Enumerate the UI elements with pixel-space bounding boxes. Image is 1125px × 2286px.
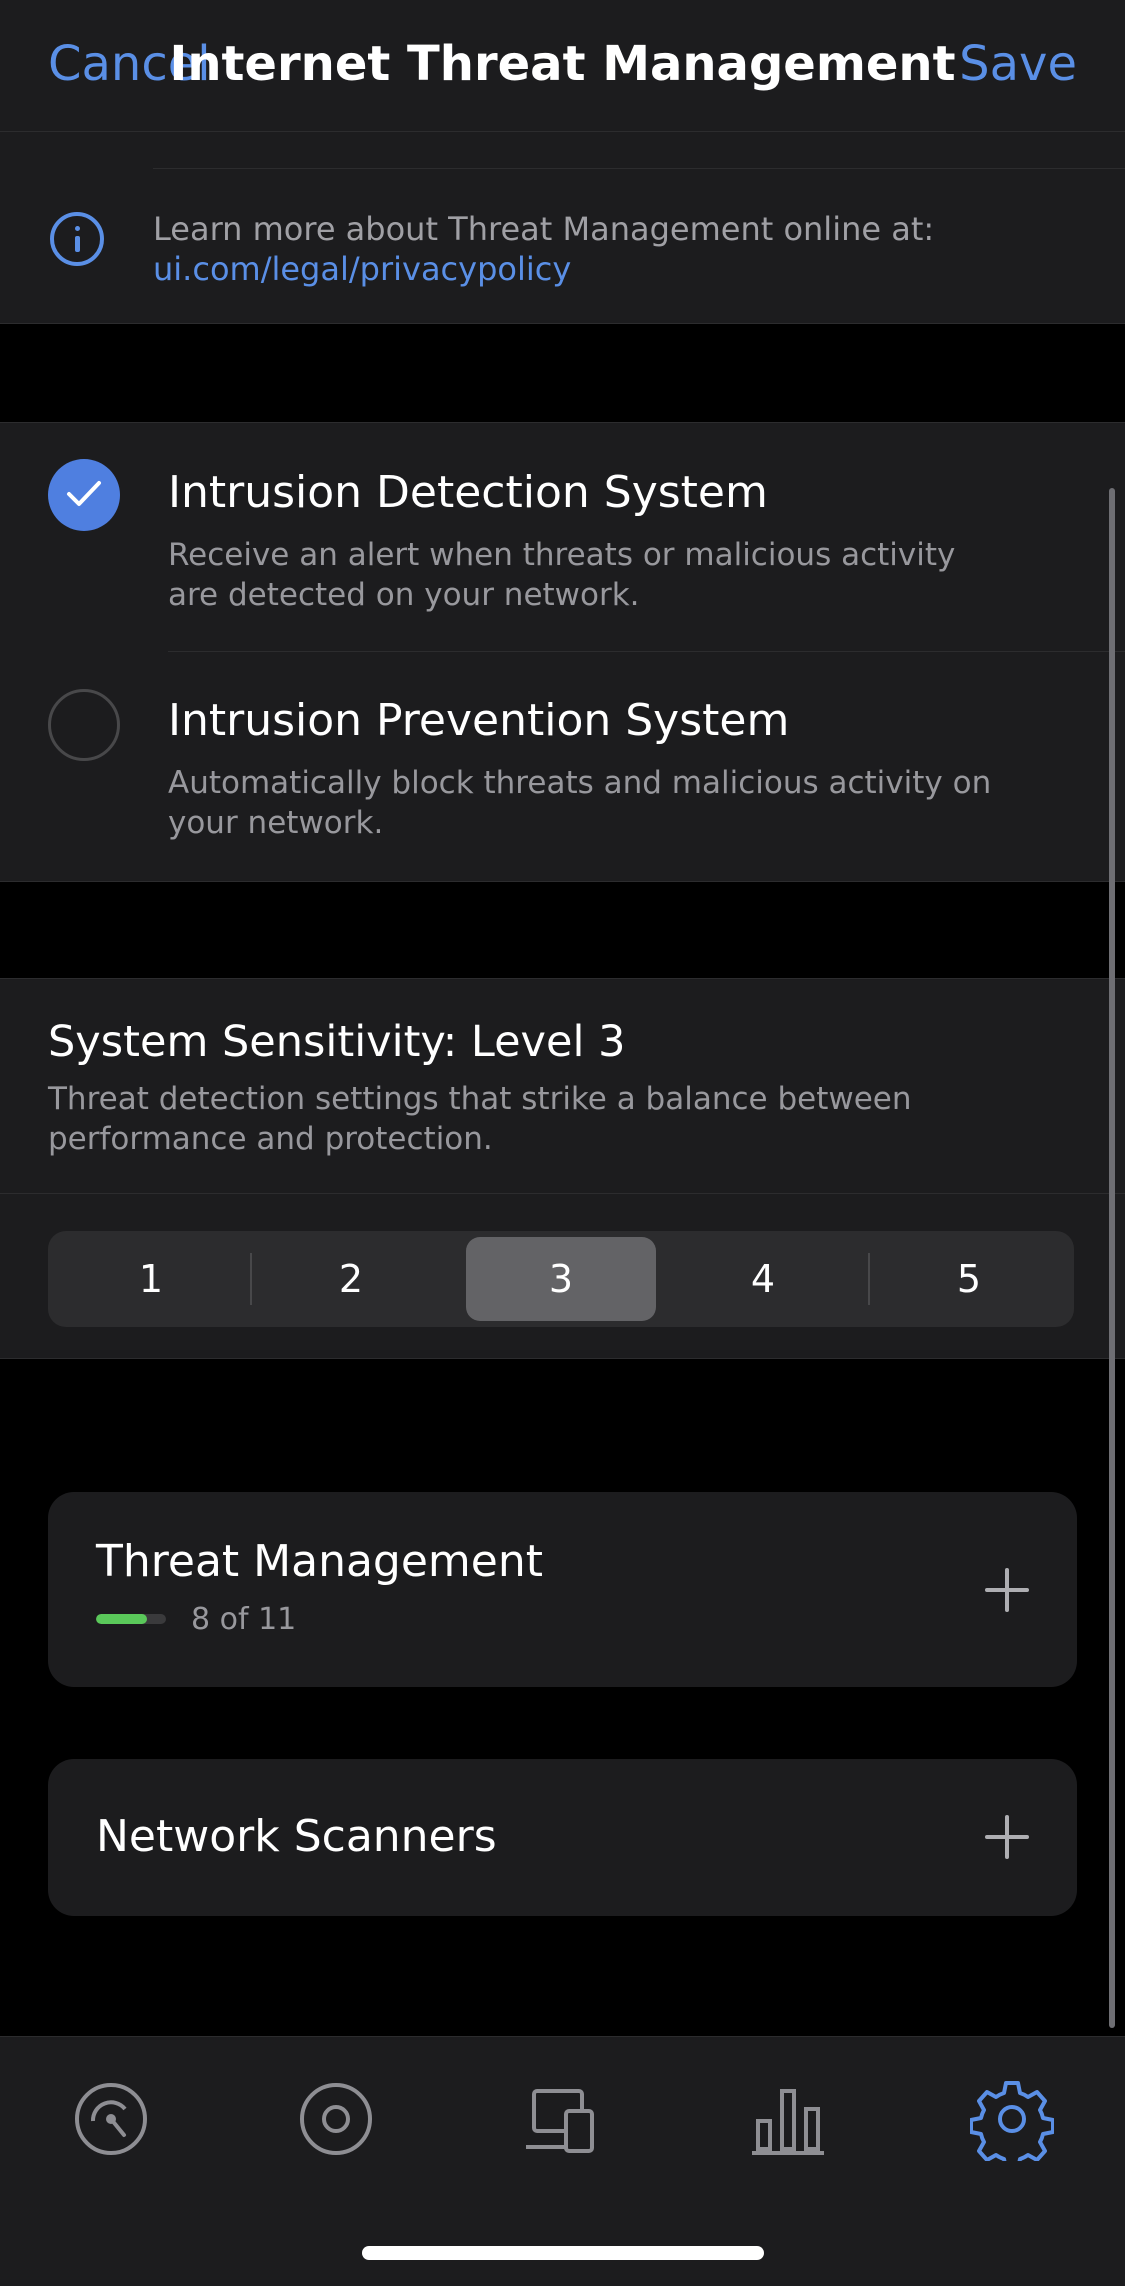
- option-title: Intrusion Prevention System: [168, 695, 790, 746]
- option-intrusion-prevention[interactable]: Intrusion Prevention System Automaticall…: [0, 651, 1125, 883]
- scrollbar[interactable]: [1109, 488, 1115, 2028]
- info-section: Learn more about Threat Management onlin…: [0, 132, 1125, 324]
- sensitivity-section: System Sensitivity: Level 3 Threat detec…: [0, 978, 1125, 1359]
- sensitivity-level-3[interactable]: 3: [466, 1237, 656, 1321]
- checkmark-icon[interactable]: [48, 459, 120, 531]
- plus-icon[interactable]: [985, 1815, 1029, 1859]
- divider: [0, 1193, 1125, 1194]
- option-description: Automatically block threats and maliciou…: [168, 765, 992, 841]
- card-title: Threat Management: [96, 1536, 544, 1587]
- option-title: Intrusion Detection System: [168, 467, 768, 518]
- plus-icon[interactable]: [985, 1568, 1029, 1612]
- home-indicator: [362, 2246, 764, 2260]
- sensitivity-description: Threat detection settings that strike a …: [48, 1081, 912, 1157]
- privacy-policy-link[interactable]: ui.com/legal/privacypolicy: [153, 248, 571, 290]
- option-intrusion-detection[interactable]: Intrusion Detection System Receive an al…: [0, 423, 1125, 652]
- sensitivity-level-4[interactable]: 4: [668, 1237, 858, 1321]
- sensitivity-level-2[interactable]: 2: [256, 1237, 446, 1321]
- progress-fill: [96, 1614, 147, 1624]
- option-description: Receive an alert when threats or malicio…: [168, 537, 956, 613]
- segment-divider: [868, 1253, 870, 1305]
- unifi-devices-icon[interactable]: [294, 2077, 378, 2161]
- settings-icon[interactable]: [969, 2077, 1055, 2171]
- info-text: Learn more about Threat Management onlin…: [153, 210, 935, 248]
- progress-bar: [96, 1614, 166, 1624]
- radio-unchecked-icon[interactable]: [48, 689, 120, 761]
- network-scanners-card[interactable]: Network Scanners: [48, 1759, 1077, 1916]
- sensitivity-level-1[interactable]: 1: [56, 1237, 246, 1321]
- info-icon: [50, 212, 104, 266]
- save-button[interactable]: Save: [959, 36, 1077, 92]
- segment-divider: [250, 1253, 252, 1305]
- progress-count: 8 of 11: [191, 1602, 297, 1637]
- statistics-icon[interactable]: [746, 2077, 830, 2161]
- sensitivity-level-5[interactable]: 5: [874, 1237, 1064, 1321]
- card-title: Network Scanners: [96, 1811, 497, 1862]
- client-devices-icon[interactable]: [520, 2077, 604, 2161]
- sensitivity-title: System Sensitivity: Level 3: [48, 1017, 626, 1067]
- threat-mode-options: Intrusion Detection System Receive an al…: [0, 422, 1125, 882]
- page-title: Internet Threat Management: [169, 36, 956, 92]
- divider: [153, 168, 1125, 169]
- dashboard-icon[interactable]: [69, 2077, 153, 2161]
- navigation-bar: Cancel Internet Threat Management Save: [0, 0, 1125, 132]
- threat-management-card[interactable]: Threat Management 8 of 11: [48, 1492, 1077, 1687]
- sensitivity-segmented-control: 1 2 3 4 5: [48, 1231, 1074, 1327]
